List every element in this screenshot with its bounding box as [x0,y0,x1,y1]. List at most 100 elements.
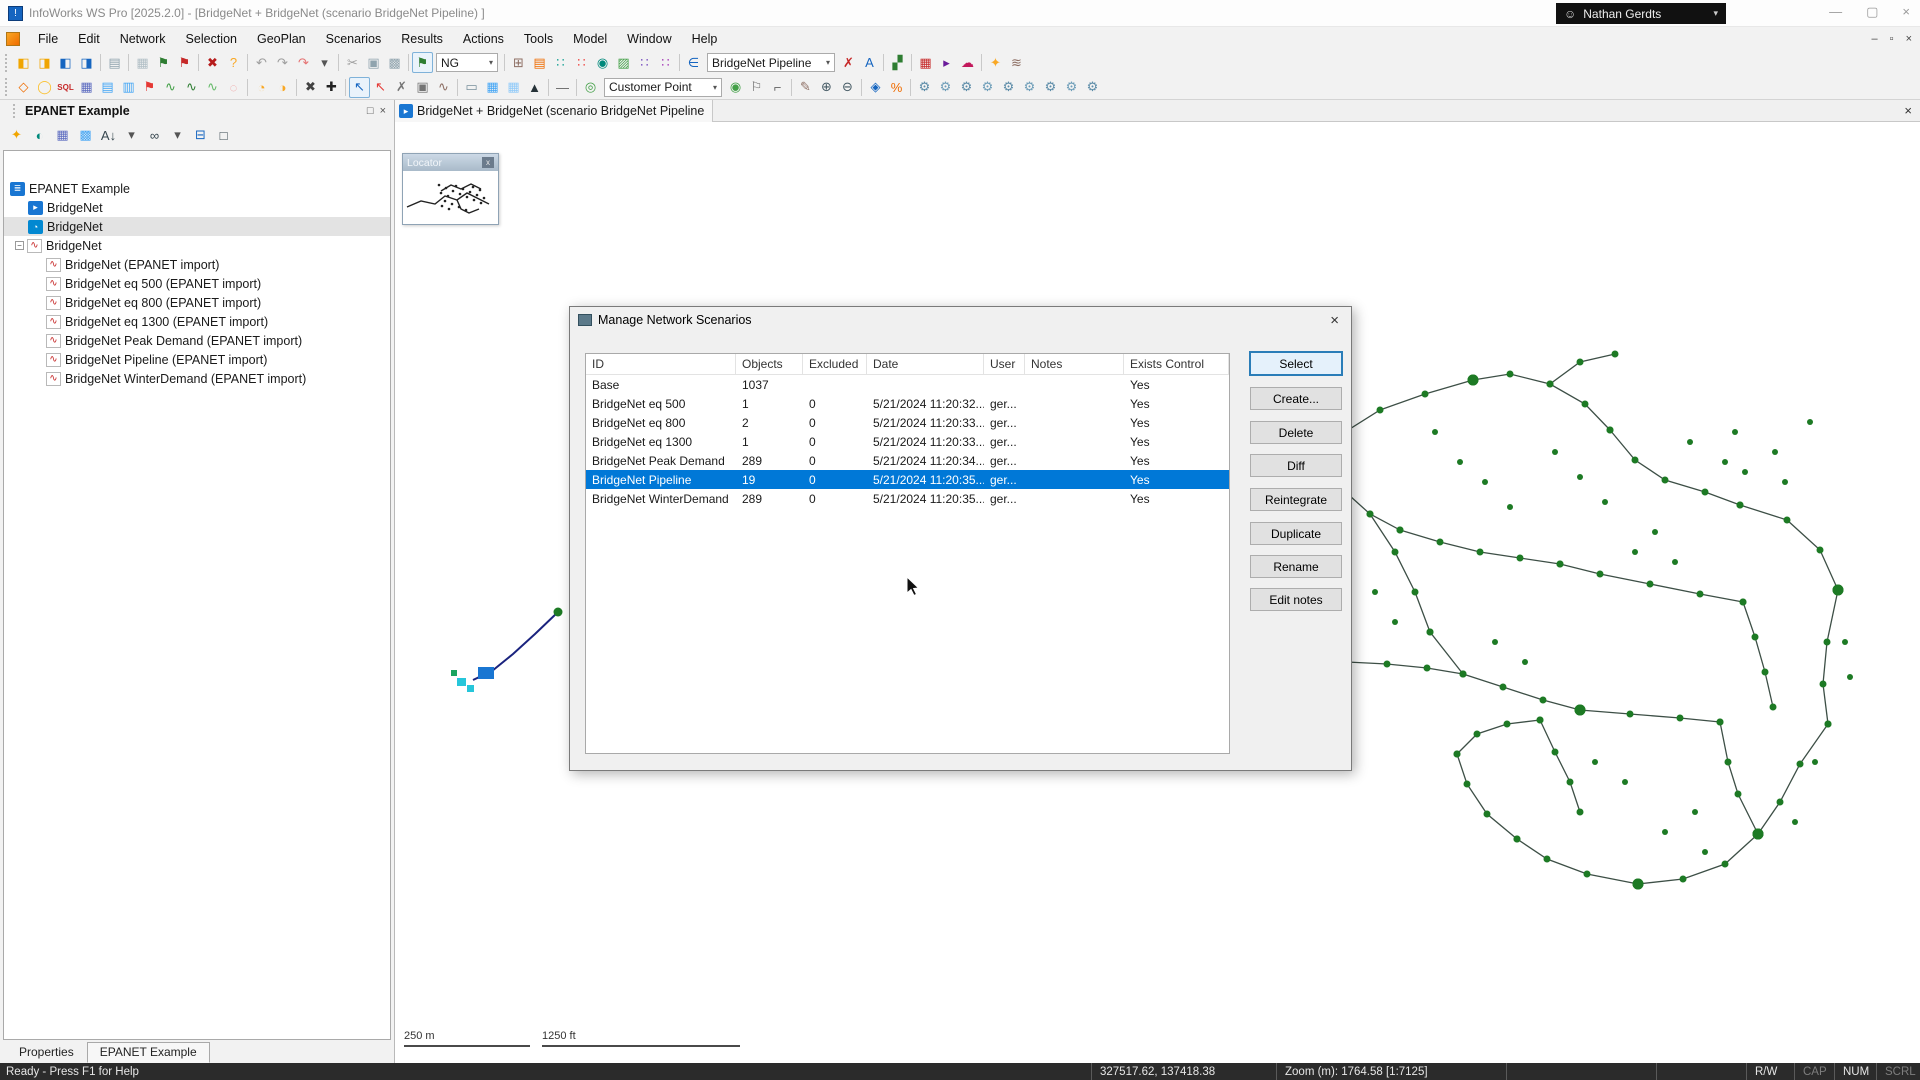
polygon-tool-icon[interactable]: ◇ [13,77,34,98]
column-header-excluded[interactable]: Excluded [803,354,867,374]
dialog-close-icon[interactable]: × [1326,312,1343,329]
locator-window[interactable]: Locator x [402,153,499,225]
geoplan-tab[interactable]: ▸ BridgeNet + BridgeNet (scenario Bridge… [395,100,713,122]
grid-edit-icon[interactable]: ▦ [482,77,503,98]
time-step-icon[interactable]: ◑ [272,77,293,98]
gear-icon[interactable]: ⚙ [977,77,998,98]
duplicate-button[interactable]: Duplicate [1250,522,1342,545]
save-icon[interactable]: ▦ [132,52,153,73]
scenario-row[interactable]: Base1037Yes [586,375,1229,394]
tree-item[interactable]: ≣EPANET Example [4,179,390,198]
properties-tool-icon[interactable]: ◉ [725,77,746,98]
sort-caret-icon[interactable]: ▾ [121,125,142,146]
edit-geometry-icon[interactable]: ✎ [795,77,816,98]
tree-item[interactable]: ∿BridgeNet (EPANET import) [4,255,390,274]
scenario-icon[interactable]: ∈ [683,52,704,73]
scenario-compare-icon[interactable]: A [859,52,880,73]
multi-select-icon[interactable]: ▣ [412,77,433,98]
menu-model[interactable]: Model [563,29,617,49]
scatter-icon[interactable]: ∷ [634,52,655,73]
select-tool-icon[interactable]: ↖ [349,77,370,98]
stats-icon[interactable]: % [886,77,907,98]
tree-item[interactable]: ∿BridgeNet eq 500 (EPANET import) [4,274,390,293]
digitise-type-select[interactable]: Customer Point▾ [604,78,722,97]
pointer-flag-icon[interactable]: ⚐ [746,77,767,98]
user-account-button[interactable]: ☺ Nathan Gerdts ▾ [1556,3,1726,24]
gear-icon[interactable]: ⚙ [956,77,977,98]
mdi-close-button[interactable]: × [1906,33,1912,45]
menu-tools[interactable]: Tools [514,29,563,49]
column-header-notes[interactable]: Notes [1025,354,1124,374]
table-window-icon[interactable]: ▥ [118,77,139,98]
pan-tool-icon[interactable]: ✚ [321,77,342,98]
minimize-button[interactable]: — [1829,4,1842,20]
join-nodes-icon[interactable]: ◉ [592,52,613,73]
diff-button[interactable]: Diff [1250,454,1342,477]
gear-icon[interactable]: ⚙ [1019,77,1040,98]
menu-actions[interactable]: Actions [453,29,514,49]
locator-close-icon[interactable]: x [482,157,494,168]
delete-button[interactable]: Delete [1250,421,1342,444]
print-icon[interactable]: ▤ [104,52,125,73]
scenario-validate-icon[interactable]: ▞ [887,52,908,73]
menu-network[interactable]: Network [110,29,176,49]
ellipse-tool-icon[interactable]: ◯ [34,77,55,98]
mdi-minimize-button[interactable]: – [1872,33,1878,45]
edit-notes-button[interactable]: Edit notes [1250,588,1342,611]
tree-item[interactable]: ∿BridgeNet eq 1300 (EPANET import) [4,312,390,331]
layers-icon[interactable]: ≋ [1006,52,1027,73]
menu-selection[interactable]: Selection [176,29,247,49]
tree-item[interactable]: ∿BridgeNet WinterDemand (EPANET import) [4,369,390,388]
open-transportable-db-icon[interactable]: ◨ [34,52,55,73]
trace-select-icon[interactable]: ∿ [433,77,454,98]
long-section-icon[interactable]: ▤ [97,77,118,98]
sort-az-icon[interactable]: A↓ [98,125,119,146]
time-control-icon[interactable]: ◔ [251,77,272,98]
info-icon[interactable]: ◈ [865,77,886,98]
new-object-icon[interactable]: ▭ [461,77,482,98]
help-query-icon[interactable]: ? [223,52,244,73]
scenario-row[interactable]: BridgeNet Pipeline1905/21/2024 11:20:35.… [586,470,1229,489]
reintegrate-button[interactable]: Reintegrate [1250,488,1342,511]
rename-button[interactable]: Rename [1250,555,1342,578]
gear-icon[interactable]: ⚙ [998,77,1019,98]
panel-close-button[interactable]: × [380,105,386,117]
mdi-restore-button[interactable]: ▫ [1890,33,1894,45]
create-button[interactable]: Create... [1250,387,1342,410]
clear-selection-icon[interactable]: ✖ [300,77,321,98]
sql-select-icon[interactable]: SQL [55,77,76,98]
gear-icon[interactable]: ⚙ [1082,77,1103,98]
new-window-icon[interactable]: □ [213,125,234,146]
menu-help[interactable]: Help [682,29,728,49]
dialog-title-bar[interactable]: Manage Network Scenarios × [570,307,1351,333]
flag-select[interactable]: NG▾ [436,53,498,72]
refresh-icon[interactable]: ◐ [29,125,50,146]
redo-icon[interactable]: ↷ [272,52,293,73]
grid-view-icon[interactable]: ▦ [52,125,73,146]
column-header-exists-control[interactable]: Exists Control [1124,354,1229,374]
panel-float-button[interactable]: □ [367,105,374,117]
tree-expander-icon[interactable]: − [15,241,24,250]
scenario-delete-icon[interactable]: ✗ [838,52,859,73]
restore-button[interactable]: ▢ [1866,4,1878,20]
menu-results[interactable]: Results [391,29,453,49]
key-tool-icon[interactable]: ⌐ [767,77,788,98]
menu-edit[interactable]: Edit [68,29,110,49]
gear-icon[interactable]: ⚙ [1040,77,1061,98]
tree-merge-icon[interactable]: ∷ [571,52,592,73]
scenario-row[interactable]: BridgeNet eq 500105/21/2024 11:20:32...g… [586,394,1229,413]
panel-tab-properties[interactable]: Properties [6,1042,87,1063]
paste-icon[interactable]: ▩ [384,52,405,73]
grid-red-icon[interactable]: ▦ [915,52,936,73]
menu-window[interactable]: Window [617,29,681,49]
copy-icon[interactable]: ▣ [363,52,384,73]
trace-upstream-icon[interactable]: ∿ [181,77,202,98]
scatter-alt-icon[interactable]: ∷ [655,52,676,73]
commit-flag-red-icon[interactable]: ⚑ [174,52,195,73]
scenario-row[interactable]: BridgeNet WinterDemand28905/21/2024 11:2… [586,489,1229,508]
scenario-row[interactable]: BridgeNet eq 800205/21/2024 11:20:33...g… [586,413,1229,432]
digitise-icon[interactable]: ◎ [580,77,601,98]
scenario-row[interactable]: BridgeNet eq 1300105/21/2024 11:20:33...… [586,432,1229,451]
scenario-row[interactable]: BridgeNet Peak Demand28905/21/2024 11:20… [586,451,1229,470]
open-master-db-icon[interactable]: ◧ [13,52,34,73]
